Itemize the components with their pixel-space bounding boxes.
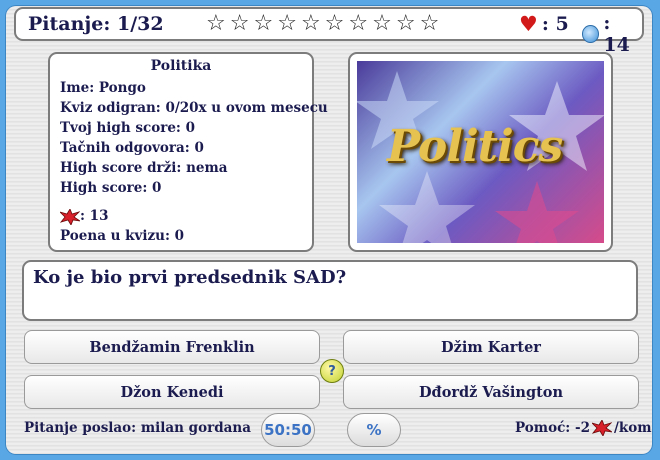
lives-indicator: ♥ : 5 [519,12,569,36]
help-cost: Pomoć: -2 /kom [515,420,652,436]
star-icon: ☆ [372,11,392,36]
info-row-holder: High score drži: nema [60,160,228,176]
image-caption: Politics [387,121,563,172]
question-text: Ko je bio prvi predsednik SAD? [33,267,347,288]
category-title: Politika [150,58,212,74]
info-row-burst: : 13 [60,206,302,226]
help-cost-label: Pomoć: -2 [515,420,590,436]
answer-button-1[interactable]: Bendžamin Frenklin [24,330,320,364]
info-row-correct: Tačnih odgovora: 0 [60,140,204,156]
fifty-fifty-button[interactable]: 50:50 [261,413,315,447]
star-icon: ☆ [324,11,345,36]
info-row-points: Poena u kvizu: 0 [60,228,185,244]
info-row-your-high-score: Tvoj high score: 0 [60,120,195,136]
burst-icon [591,420,612,436]
category-image-panel: Politics [348,52,613,252]
heart-icon: ♥ [519,12,538,36]
star-icon: ☆ [348,11,369,36]
star-icon: ☆ [300,11,321,36]
star-icon: ☆ [395,11,416,36]
question-counter: Pitanje: 1/32 [28,13,164,35]
star-icon: ☆ [253,11,274,36]
answer-button-3[interactable]: Džon Kenedi [24,375,320,409]
star-icon: ☆ [277,11,297,36]
star-icon: ☆ [419,11,440,36]
info-row-played: Kviz odigran: 0/20x u ovom mesecu [60,100,328,116]
timer-value: : 14 [603,12,630,56]
clock-icon [582,25,600,43]
category-image: Politics [357,61,604,243]
star-icon: ☆ [229,11,250,36]
help-cost-suffix: /kom [613,420,652,436]
question-sender: Pitanje poslao: milan gordana [24,420,251,436]
star-rating: ☆ ☆ ☆ ☆ ☆ ☆ ☆ ☆ ☆ ☆ [206,12,439,36]
answer-button-4[interactable]: Dđordž Vašington [343,375,639,409]
player-info-panel: Politika Ime: Pongo Kviz odigran: 0/20x … [48,52,328,252]
info-row-high-score: High score: 0 [60,180,162,196]
help-icon[interactable]: ? [320,359,344,383]
burst-icon [60,208,80,225]
header-bar: Pitanje: 1/32 ☆ ☆ ☆ ☆ ☆ ☆ ☆ ☆ ☆ ☆ ♥ : 5 … [14,7,644,56]
question-panel: Ko je bio prvi predsednik SAD? [22,260,638,321]
info-row-name: Ime: Pongo [60,80,146,96]
lives-value: : 5 [541,13,569,35]
answer-button-2[interactable]: Džim Karter [343,330,639,364]
burst-value: : 13 [80,208,109,224]
timer-indicator: : 14 [582,12,642,56]
star-icon: ☆ [206,11,226,36]
percent-button[interactable]: % [347,413,401,447]
